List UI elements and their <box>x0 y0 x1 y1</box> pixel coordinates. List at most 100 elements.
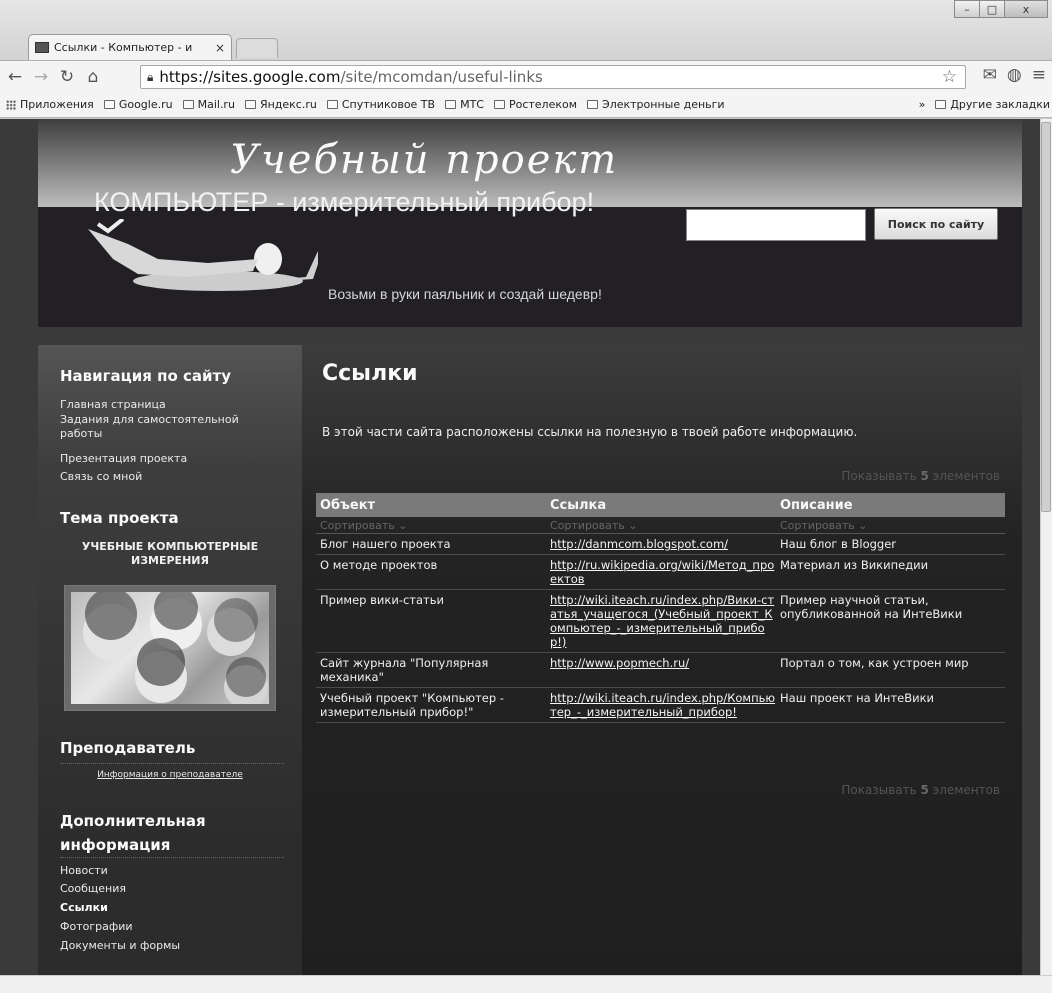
sort-description-dropdown[interactable]: Сортировать ⌄ <box>776 519 1005 532</box>
table-row: Учебный проект "Компьютер - измерительны… <box>316 688 1005 723</box>
bookmarks-more-button[interactable]: » <box>919 98 926 111</box>
table-row: О методе проектов http://ru.wikipedia.or… <box>316 555 1005 590</box>
link-cell[interactable]: http://ru.wikipedia.org/wiki/Метод_проек… <box>546 558 776 586</box>
table-header: Объект Ссылка Описание <box>316 493 1005 517</box>
bookmark-star-icon[interactable]: ☆ <box>942 67 957 87</box>
bookmarks-bar: Приложения Google.ru Mail.ru Яндекс.ru С… <box>0 92 1052 118</box>
folder-icon <box>445 100 457 109</box>
object-cell: Блог нашего проекта <box>320 537 451 551</box>
gmail-extension-icon[interactable]: ✉ <box>983 65 997 85</box>
folder-icon <box>244 100 256 109</box>
folder-icon <box>182 100 194 109</box>
teacher-heading: Преподаватель <box>60 739 196 757</box>
maximize-button[interactable]: □ <box>979 0 1005 18</box>
bookmark-sputnik-tv[interactable]: Спутниковое ТВ <box>326 98 435 111</box>
home-icon[interactable]: ⌂ <box>82 67 104 87</box>
content-area: Навигация по сайту Главная страница Зада… <box>38 345 1022 975</box>
link-cell[interactable]: http://danmcom.blogspot.com/ <box>546 537 776 551</box>
folder-icon <box>326 100 338 109</box>
other-bookmarks[interactable]: Другие закладки <box>935 98 1050 111</box>
page-title: Ссылки <box>322 361 418 386</box>
page-viewport: Учебный проект КОМПЬЮТЕР - измерительный… <box>0 119 1052 975</box>
scrollbar-thumb[interactable] <box>1041 122 1051 512</box>
folder-icon <box>103 100 115 109</box>
intro-text: В этой части сайта расположены ссылки на… <box>322 425 858 439</box>
sidebar-item-messages[interactable]: Сообщения <box>60 882 126 896</box>
extra-info-heading: Дополнительная информация <box>60 812 206 854</box>
address-bar[interactable]: 🔒︎ https://sites.google.com/site/mcomdan… <box>140 65 966 89</box>
table-row: Блог нашего проекта http://danmcom.blogs… <box>316 534 1005 555</box>
reload-icon[interactable]: ↻ <box>56 67 78 87</box>
sidebar-item-presentation[interactable]: Презентация проекта <box>60 452 187 466</box>
sidebar-item-links[interactable]: Ссылки <box>60 901 108 915</box>
bookmark-google[interactable]: Google.ru <box>103 98 173 111</box>
nav-heading: Навигация по сайту <box>60 367 232 385</box>
chevron-down-icon: ⌄ <box>628 518 638 532</box>
header-script-title: Учебный проект <box>230 137 619 183</box>
folder-icon <box>493 100 505 109</box>
close-window-button[interactable]: x <box>1004 0 1048 18</box>
sidebar-item-contact[interactable]: Связь со мной <box>60 470 142 484</box>
url-text: https://sites.google.com/site/mcomdan/us… <box>159 68 543 86</box>
table-row: Сайт журнала "Популярная механика" http:… <box>316 653 1005 688</box>
bookmark-mts[interactable]: МТС <box>445 98 484 111</box>
tab-title: Ссылки - Компьютер - и <box>54 41 193 54</box>
folder-icon <box>587 100 599 109</box>
object-cell: Учебный проект "Компьютер - измерительны… <box>320 691 504 719</box>
sort-object-dropdown[interactable]: Сортировать ⌄ <box>316 519 546 532</box>
horizontal-scrollbar[interactable] <box>0 975 1052 993</box>
extension-icons: ✉ ◍ ≡ <box>983 65 1046 85</box>
bookmark-yandex[interactable]: Яндекс.ru <box>244 98 317 111</box>
chevron-down-icon: ⌄ <box>858 518 868 532</box>
menu-icon[interactable]: ≡ <box>1032 65 1046 85</box>
description-cell: Пример научной статьи, опубликованной на… <box>780 593 963 621</box>
sidebar-item-documents[interactable]: Документы и формы <box>60 939 180 953</box>
minimize-button[interactable]: – <box>954 0 980 18</box>
globe-extension-icon[interactable]: ◍ <box>1007 65 1022 85</box>
girl-with-laptop-image <box>88 219 318 291</box>
sidebar-item-tasks[interactable]: Задания для самостоятельной работы <box>60 413 270 441</box>
header-main-title: КОМПЬЮТЕР - измерительный прибор! <box>94 187 595 217</box>
window-controls: – □ x <box>954 0 1048 18</box>
header-slogan: Возьми в руки паяльник и создай шедевр! <box>328 286 602 302</box>
show-items-control-bottom[interactable]: Показывать 5 элементов <box>841 783 1000 797</box>
tab-close-icon[interactable]: × <box>215 41 225 55</box>
teacher-info-link[interactable]: Информация о преподавателе <box>60 770 280 780</box>
topic-heading: Тема проекта <box>60 509 179 527</box>
column-header-description[interactable]: Описание <box>776 498 1005 513</box>
topic-text: УЧЕБНЫЕ КОМПЬЮТЕРНЫЕ ИЗМЕРЕНИЯ <box>81 540 259 567</box>
back-arrow-icon[interactable]: ← <box>4 67 26 87</box>
sort-row: Сортировать ⌄ Сортировать ⌄ Сортировать … <box>316 517 1005 534</box>
new-tab-button[interactable] <box>236 38 278 58</box>
bookmark-apps[interactable]: Приложения <box>2 98 94 111</box>
sidebar-item-news[interactable]: Новости <box>60 864 108 878</box>
site-search-input[interactable] <box>686 209 866 241</box>
object-cell: О методе проектов <box>320 558 438 572</box>
description-cell: Наш блог в Blogger <box>780 537 897 551</box>
site-header: Учебный проект КОМПЬЮТЕР - измерительный… <box>38 119 1022 327</box>
link-cell[interactable]: http://wiki.iteach.ru/index.php/Вики-ста… <box>546 593 776 649</box>
column-header-object[interactable]: Объект <box>316 498 546 513</box>
sidebar-item-photos[interactable]: Фотографии <box>60 920 133 934</box>
bookmark-rostelecom[interactable]: Ростелеком <box>493 98 577 111</box>
browser-toolbar: ← → ↻ ⌂ 🔒︎ https://sites.google.com/site… <box>0 60 1052 92</box>
link-cell[interactable]: http://wiki.iteach.ru/index.php/Компьюте… <box>546 691 776 719</box>
link-cell[interactable]: http://www.popmech.ru/ <box>546 656 776 684</box>
column-header-link[interactable]: Ссылка <box>546 498 776 513</box>
folder-icon <box>935 100 947 109</box>
students-photo <box>71 592 269 704</box>
description-cell: Наш проект на ИнтеВики <box>780 691 935 705</box>
sidebar-item-home[interactable]: Главная страница <box>60 398 166 412</box>
forward-arrow-icon[interactable]: → <box>30 67 52 87</box>
sort-link-dropdown[interactable]: Сортировать ⌄ <box>546 519 776 532</box>
site-favicon-icon <box>35 42 49 53</box>
site-search-button[interactable]: Поиск по сайту <box>874 208 998 240</box>
browser-tab[interactable]: Ссылки - Компьютер - и × <box>28 34 232 60</box>
object-cell: Пример вики-статьи <box>320 593 444 607</box>
table-row: Пример вики-статьи http://wiki.iteach.ru… <box>316 590 1005 653</box>
bookmark-mail[interactable]: Mail.ru <box>182 98 235 111</box>
links-table: Объект Ссылка Описание Сортировать ⌄ Сор… <box>316 493 1005 723</box>
chevron-down-icon: ⌄ <box>398 518 408 532</box>
bookmark-e-money[interactable]: Электронные деньги <box>587 98 725 111</box>
show-items-control-top[interactable]: Показывать 5 элементов <box>841 469 1000 483</box>
